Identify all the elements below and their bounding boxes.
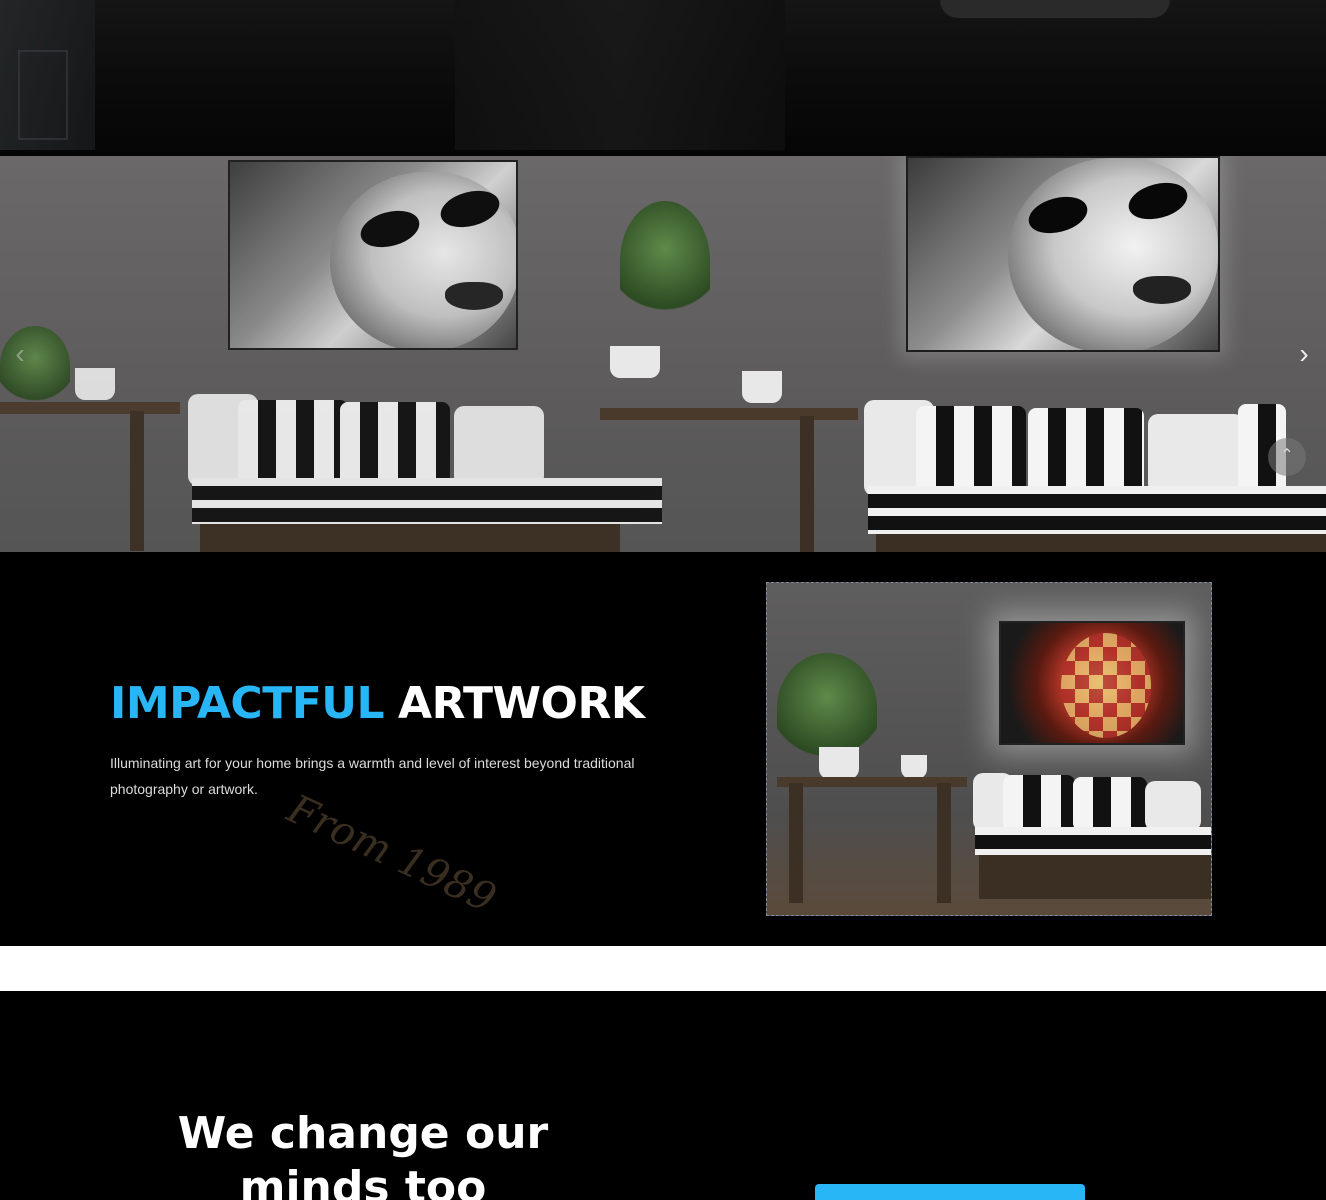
watermark-text: From 1989 (280, 786, 503, 923)
table-leg (789, 783, 803, 903)
table-leg (937, 783, 951, 903)
section-divider (0, 946, 1326, 991)
crate (200, 524, 620, 552)
impactful-artwork-section: IMPACTFUL ARTWORK Illuminating art for yo… (0, 552, 1326, 946)
image-slider[interactable]: ‹ › (0, 156, 1326, 552)
sofa-base (192, 478, 662, 524)
pot (742, 371, 782, 403)
cushion-striped (916, 406, 1026, 496)
cushion (1145, 781, 1201, 831)
wall-art-mask-bw (228, 160, 518, 350)
title-accent-word: IMPACTFUL (110, 678, 385, 729)
cushion-striped (340, 402, 450, 486)
cushion (454, 406, 544, 486)
pot (75, 368, 115, 400)
mask-lips (445, 282, 503, 310)
title-word: ARTWORK (398, 678, 645, 729)
section-heading: We change our minds too (177, 1108, 549, 1200)
side-table (600, 408, 858, 420)
slide-room-current (600, 156, 1326, 552)
hero-lamp (940, 0, 1170, 18)
pot (610, 346, 660, 378)
cta-button[interactable] (815, 1184, 1085, 1200)
harlequin-mask (1061, 633, 1151, 738)
featured-room-image (766, 582, 1212, 916)
sofa-base (868, 486, 1326, 534)
pot (901, 755, 927, 779)
illuminated-mask-artwork (999, 621, 1185, 745)
wall-art-mask-bw (906, 156, 1220, 352)
mask-shape (1008, 158, 1218, 350)
table-leg (130, 411, 144, 551)
scroll-to-top-button[interactable]: ⌃ (1268, 438, 1306, 476)
cushion-striped (1028, 408, 1144, 496)
table-leg (800, 416, 814, 552)
cushion-striped (1003, 775, 1075, 831)
cushion-striped (1073, 777, 1147, 831)
sofa-base (975, 827, 1211, 855)
plant (620, 201, 710, 321)
cushion-striped (238, 400, 348, 486)
section-title: IMPACTFUL ARTWORK (110, 678, 645, 729)
hero-ceiling-beam (455, 0, 785, 150)
mask-lips (1133, 276, 1191, 304)
slider-next-arrow-icon[interactable]: › (1292, 339, 1316, 369)
crate (979, 855, 1211, 899)
pot (819, 747, 859, 779)
slide-room-previous (0, 156, 662, 552)
minds-section: We change our minds too (0, 991, 1326, 1200)
hero-door-frame (18, 50, 68, 140)
crate (876, 534, 1326, 552)
section-description: Illuminating art for your home brings a … (110, 755, 635, 797)
hero-background (0, 0, 1326, 156)
slider-prev-arrow-icon[interactable]: ‹ (8, 339, 32, 369)
cushion (1148, 414, 1244, 494)
